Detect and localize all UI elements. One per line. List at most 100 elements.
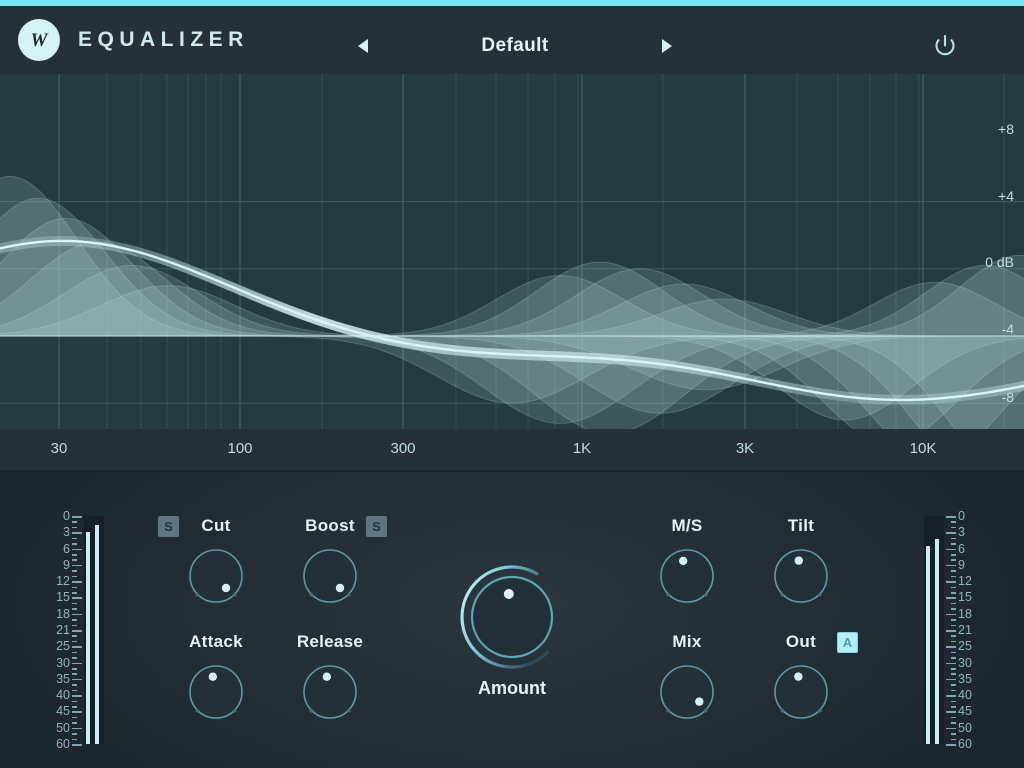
input-meter-value: 6 — [44, 542, 70, 555]
knob-cut-solo-badge[interactable]: S — [158, 516, 179, 537]
meter-tick-minor — [951, 706, 956, 708]
knob-amount-dial[interactable] — [457, 562, 567, 672]
power-icon[interactable] — [932, 33, 958, 59]
meter-tick — [72, 549, 82, 551]
meter-tick — [72, 646, 82, 648]
input-meter-value: 45 — [44, 705, 70, 718]
input-meter-value: 25 — [44, 640, 70, 653]
preset-prev-button[interactable] — [350, 29, 376, 63]
knob-ms: M/S — [627, 516, 747, 604]
header-actions — [932, 12, 1004, 80]
meter-tick-minor — [72, 668, 77, 670]
input-meter-value: 3 — [44, 526, 70, 539]
knob-tilt-dial[interactable] — [773, 548, 829, 604]
knob-ms-dial[interactable] — [659, 548, 715, 604]
meter-tick — [946, 695, 956, 697]
freq-label-1: 100 — [227, 440, 252, 457]
meter-tick-minor — [951, 668, 956, 670]
knob-attack: Attack — [156, 632, 276, 720]
knob-ms-label: M/S — [671, 516, 702, 536]
meter-tick-minor — [951, 739, 956, 741]
output-meter-value: 60 — [958, 738, 984, 751]
knob-cut-dial[interactable] — [188, 548, 244, 604]
meter-tick — [72, 679, 82, 681]
input-meter-bars — [84, 516, 104, 744]
preset-next-button[interactable] — [654, 29, 680, 63]
meter-tick-minor — [951, 603, 956, 605]
output-meter-value: 40 — [958, 689, 984, 702]
input-meter-value: 35 — [44, 673, 70, 686]
meter-tick-minor — [72, 603, 77, 605]
knob-out-label: Out — [786, 632, 816, 652]
meter-tick — [72, 597, 82, 599]
meter-tick-minor — [72, 722, 77, 724]
meter-tick-minor — [72, 543, 77, 545]
meter-tick — [946, 549, 956, 551]
knob-boost-dial[interactable] — [302, 548, 358, 604]
knob-attack-dial[interactable] — [188, 664, 244, 720]
meter-tick-minor — [72, 554, 77, 556]
input-meter-scale: 03691215182125303540455060 — [44, 508, 70, 748]
meter-tick — [72, 728, 82, 730]
hamburger-menu-icon[interactable] — [976, 36, 1004, 57]
output-meter-scale: 03691215182125303540455060 — [958, 508, 984, 748]
meter-tick-minor — [72, 717, 77, 719]
output-meter-value: 35 — [958, 673, 984, 686]
eq-response-graph[interactable]: +8+40 dB-4-8 — [0, 74, 1024, 472]
knob-release-label: Release — [297, 632, 363, 652]
output-meter-value: 25 — [958, 640, 984, 653]
meter-tick — [72, 565, 82, 567]
meter-tick-minor — [72, 570, 77, 572]
output-meter-value: 21 — [958, 624, 984, 637]
input-meter-value: 60 — [44, 738, 70, 751]
knob-mix-dial[interactable] — [659, 664, 715, 720]
meter-tick — [72, 744, 82, 746]
meter-tick — [72, 695, 82, 697]
meter-tick-minor — [951, 684, 956, 686]
meter-tick-minor — [951, 543, 956, 545]
meter-tick-minor — [72, 521, 77, 523]
preset-name[interactable]: Default — [376, 35, 654, 57]
input-meter-value: 15 — [44, 591, 70, 604]
db-label-1: +4 — [998, 188, 1014, 204]
output-meter[interactable]: 03691215182125303540455060 — [922, 508, 984, 748]
meter-tick — [946, 744, 956, 746]
db-label-3: -4 — [1002, 321, 1014, 337]
meter-tick — [946, 565, 956, 567]
meter-tick-minor — [72, 625, 77, 627]
meter-tick — [72, 581, 82, 583]
meter-tick-minor — [72, 576, 77, 578]
meter-tick-minor — [951, 527, 956, 529]
knob-mix-label: Mix — [672, 632, 701, 652]
meter-tick — [72, 663, 82, 665]
knob-tilt: Tilt — [741, 516, 861, 604]
meter-tick-minor — [951, 733, 956, 735]
meter-tick-minor — [72, 701, 77, 703]
meter-tick-minor — [951, 690, 956, 692]
knob-tilt-label: Tilt — [788, 516, 814, 536]
meter-tick-minor — [72, 673, 77, 675]
input-meter[interactable]: 03691215182125303540455060 — [44, 508, 106, 748]
knob-out-dial[interactable] — [773, 664, 829, 720]
freq-label-2: 300 — [390, 440, 415, 457]
knob-boost-solo-badge[interactable]: S — [366, 516, 387, 537]
w-monogram-icon: W — [18, 19, 60, 61]
knob-mix: Mix — [627, 632, 747, 720]
output-meter-value: 15 — [958, 591, 984, 604]
meter-tick-minor — [951, 652, 956, 654]
output-meter-value: 0 — [958, 510, 984, 523]
meter-tick-minor — [72, 559, 77, 561]
freq-label-3: 1K — [573, 440, 591, 457]
meter-tick-minor — [951, 625, 956, 627]
brand-logo[interactable]: W EQUALIZER — [18, 19, 249, 61]
meter-tick-minor — [951, 635, 956, 637]
knob-release-dial[interactable] — [302, 664, 358, 720]
knob-out-auto-badge[interactable]: A — [837, 632, 858, 653]
meter-tick — [72, 711, 82, 713]
meter-tick-minor — [72, 608, 77, 610]
meter-tick — [946, 532, 956, 534]
input-meter-value: 30 — [44, 656, 70, 669]
meter-tick — [72, 532, 82, 534]
meter-tick — [946, 711, 956, 713]
svg-text:W: W — [31, 30, 49, 51]
